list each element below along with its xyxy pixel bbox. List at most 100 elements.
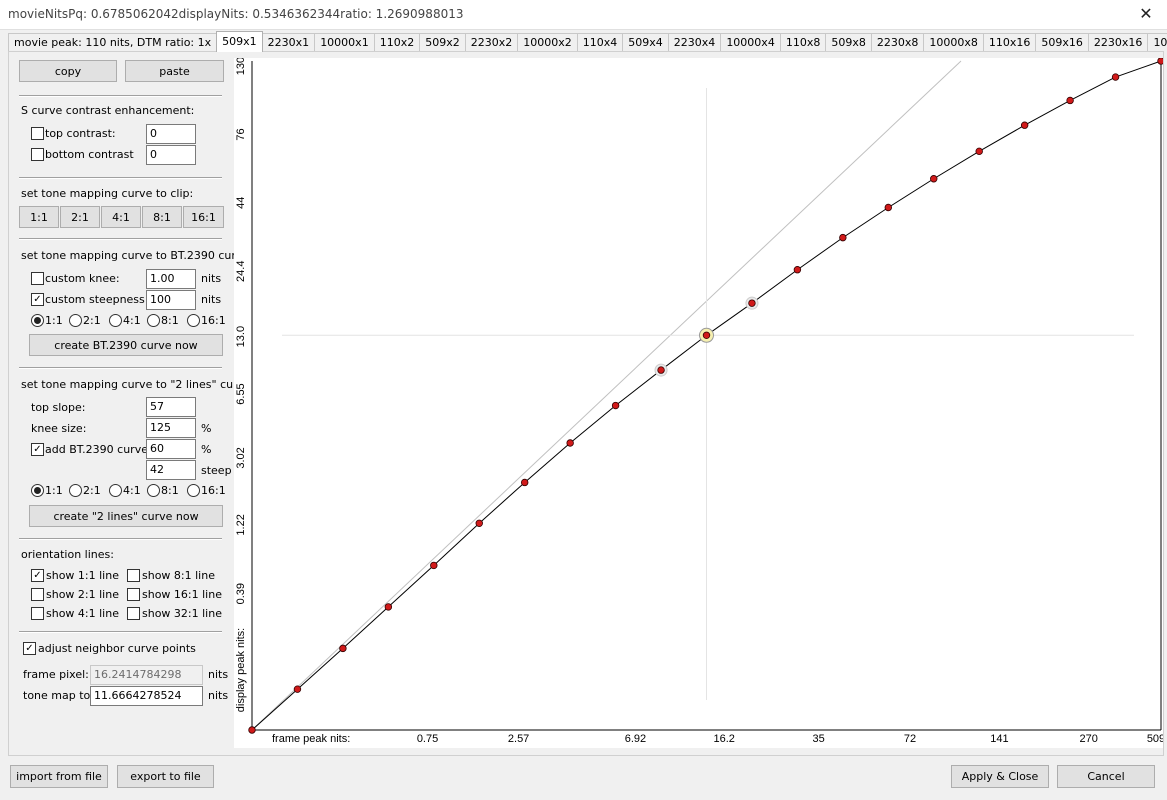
- curve-point[interactable]: [521, 478, 529, 487]
- tab-18[interactable]: 2230x16: [1087, 33, 1149, 52]
- bottom-contrast-input[interactable]: 0: [146, 145, 196, 165]
- custom-knee-checkbox[interactable]: [31, 272, 44, 285]
- clip-button-2[interactable]: 4:1: [101, 206, 141, 228]
- ratio-radio-4[interactable]: [187, 314, 200, 327]
- tab-14[interactable]: 2230x8: [870, 33, 925, 52]
- ratio-radio-3[interactable]: [147, 314, 160, 327]
- curve-point[interactable]: [1066, 96, 1074, 105]
- create-bt2390-button[interactable]: create BT.2390 curve now: [29, 334, 223, 356]
- separator: [19, 177, 222, 179]
- ratio-radio-4[interactable]: [187, 484, 200, 497]
- show-2-1-label: show 2:1 line: [46, 588, 119, 601]
- show-1-1-label: show 1:1 line: [46, 569, 119, 582]
- ratio-radio-0[interactable]: [31, 484, 44, 497]
- tab-0[interactable]: movie peak: 110 nits, DTM ratio: 1x: [8, 33, 218, 52]
- ratio-radio-2[interactable]: [109, 484, 122, 497]
- curve-point[interactable]: [884, 203, 892, 212]
- import-button[interactable]: import from file: [10, 765, 108, 788]
- top-contrast-input[interactable]: 0: [146, 124, 196, 144]
- tone-map-input[interactable]: 11.6664278524: [90, 686, 203, 706]
- curve-point[interactable]: [793, 266, 802, 274]
- tab-8[interactable]: 110x4: [576, 33, 624, 52]
- top-slope-input[interactable]: 57: [146, 397, 196, 417]
- tab-12[interactable]: 110x8: [779, 33, 827, 52]
- steep-input[interactable]: 42: [146, 460, 196, 480]
- curve-point[interactable]: [1111, 73, 1120, 81]
- clip-button-0[interactable]: 1:1: [19, 206, 59, 228]
- tab-7[interactable]: 10000x2: [517, 33, 578, 52]
- clip-button-3[interactable]: 8:1: [142, 206, 182, 228]
- chart-svg[interactable]: 0.75 2.57 6.92 16.2 35 72 141 270 509 frame peak …: [234, 58, 1163, 748]
- knee-size-label: knee size:: [31, 422, 87, 435]
- tab-9[interactable]: 509x4: [622, 33, 669, 52]
- curve-point[interactable]: [611, 401, 620, 410]
- tab-11[interactable]: 10000x4: [720, 33, 781, 52]
- adjust-neighbor-checkbox[interactable]: ✓: [23, 642, 36, 655]
- top-contrast-checkbox[interactable]: [31, 127, 44, 140]
- tab-3[interactable]: 10000x1: [314, 33, 375, 52]
- curve-point[interactable]: [430, 561, 438, 570]
- tab-4[interactable]: 110x2: [373, 33, 421, 52]
- ratio-radio-3[interactable]: [147, 484, 160, 497]
- curve-point[interactable]: [248, 726, 256, 734]
- curve-point[interactable]: [839, 233, 847, 242]
- steep-unit: steep: [201, 464, 232, 477]
- clip-button-1[interactable]: 2:1: [60, 206, 100, 228]
- ratio-label-3: 8:1: [161, 314, 179, 327]
- show-16-1-checkbox[interactable]: [127, 588, 140, 601]
- copy-button[interactable]: copy: [19, 60, 117, 82]
- export-button[interactable]: export to file: [117, 765, 214, 788]
- curve-point[interactable]: [657, 366, 665, 374]
- close-icon[interactable]: ✕: [1125, 0, 1167, 30]
- tab-19[interactable]: 10000x16: [1147, 33, 1167, 52]
- add-bt2390-input[interactable]: 60: [146, 439, 196, 459]
- ratio-radio-0[interactable]: [31, 314, 44, 327]
- tab-5[interactable]: 509x2: [419, 33, 466, 52]
- curve-point[interactable]: [1157, 58, 1163, 65]
- custom-steepness-checkbox[interactable]: ✓: [31, 293, 44, 306]
- ratio-label-3: 8:1: [161, 484, 179, 497]
- tab-13[interactable]: 509x8: [825, 33, 872, 52]
- curve-point[interactable]: [566, 439, 574, 447]
- curve-point[interactable]: [475, 519, 483, 527]
- curve-point[interactable]: [339, 644, 347, 653]
- show-1-1-checkbox[interactable]: ✓: [31, 569, 44, 582]
- tab-6[interactable]: 2230x2: [464, 33, 519, 52]
- curve-point[interactable]: [975, 147, 983, 156]
- ratio-radio-1[interactable]: [69, 314, 82, 327]
- curve-point[interactable]: [384, 603, 393, 611]
- apply-close-button[interactable]: Apply & Close: [951, 765, 1049, 788]
- tab-15[interactable]: 10000x8: [923, 33, 984, 52]
- add-bt2390-checkbox[interactable]: ✓: [31, 443, 44, 456]
- bottom-contrast-checkbox[interactable]: [31, 148, 44, 161]
- knee-size-input[interactable]: 125: [146, 418, 196, 438]
- s-curve-heading: S curve contrast enhancement:: [21, 104, 195, 117]
- cancel-button[interactable]: Cancel: [1057, 765, 1155, 788]
- top-slope-label: top slope:: [31, 401, 86, 414]
- show-8-1-checkbox[interactable]: [127, 569, 140, 582]
- create-two-lines-button[interactable]: create "2 lines" curve now: [29, 505, 223, 527]
- custom-knee-input[interactable]: 1.00: [146, 269, 196, 289]
- curve-point[interactable]: [702, 331, 711, 339]
- ratio-radio-1[interactable]: [69, 484, 82, 497]
- tab-10[interactable]: 2230x4: [667, 33, 722, 52]
- tab-1[interactable]: 509x1: [216, 31, 263, 52]
- curve-point[interactable]: [293, 685, 302, 693]
- clip-button-4[interactable]: 16:1: [183, 206, 224, 228]
- curve-point[interactable]: [930, 175, 938, 183]
- tab-2[interactable]: 2230x1: [261, 33, 316, 52]
- paste-button[interactable]: paste: [125, 60, 224, 82]
- tone-curve-chart[interactable]: 0.75 2.57 6.92 16.2 35 72 141 270 509 frame peak …: [234, 58, 1163, 748]
- tab-17[interactable]: 509x16: [1035, 33, 1089, 52]
- ratio-radio-2[interactable]: [109, 314, 122, 327]
- orientation-heading: orientation lines:: [21, 548, 114, 561]
- show-4-1-checkbox[interactable]: [31, 607, 44, 620]
- show-2-1-checkbox[interactable]: [31, 588, 44, 601]
- curve-point[interactable]: [1020, 121, 1029, 129]
- show-32-1-checkbox[interactable]: [127, 607, 140, 620]
- custom-steepness-input[interactable]: 100: [146, 290, 196, 310]
- curve-point[interactable]: [748, 299, 756, 307]
- ratio-label-4: 16:1: [201, 314, 226, 327]
- ratio-label-4: 16:1: [201, 484, 226, 497]
- tab-16[interactable]: 110x16: [982, 33, 1037, 52]
